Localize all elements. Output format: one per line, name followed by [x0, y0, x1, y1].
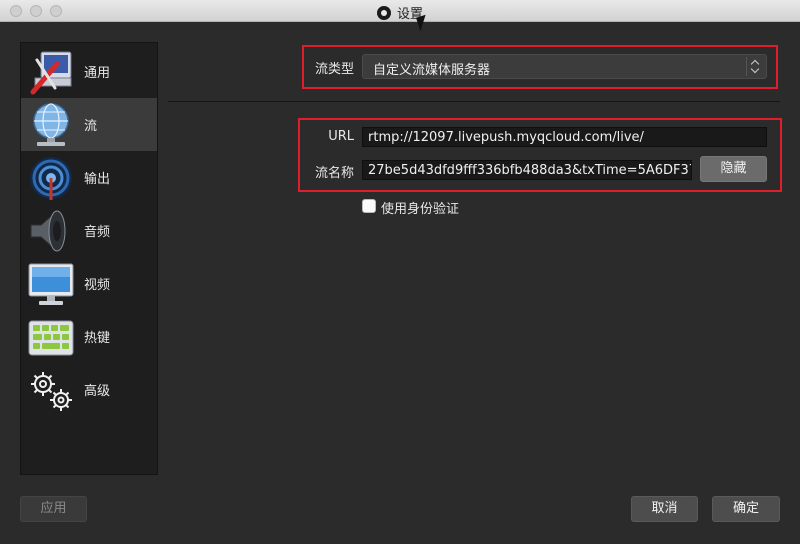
sidebar-item-label: 视频 — [84, 278, 111, 293]
sidebar-item-label: 音频 — [84, 225, 111, 240]
sidebar-item-label: 输出 — [84, 172, 111, 187]
sidebar-item-label: 高级 — [84, 384, 111, 399]
ok-button[interactable]: 确定 — [712, 496, 780, 522]
settings-sidebar: 通用 流 输出 音频 视频 热键 高级 — [20, 42, 158, 475]
sidebar-item-audio[interactable]: 音频 — [21, 204, 157, 257]
use-auth-checkbox[interactable] — [362, 199, 376, 213]
sidebar-item-output[interactable]: 输出 — [21, 151, 157, 204]
sidebar-item-video[interactable]: 视频 — [21, 257, 157, 310]
audio-speaker-icon — [27, 207, 75, 255]
highlight-box-stream-type — [302, 45, 778, 89]
window-title: 设置 — [0, 3, 800, 22]
hotkeys-keyboard-icon — [27, 313, 75, 361]
advanced-gears-icon — [27, 366, 75, 414]
video-monitor-icon — [27, 260, 75, 308]
stream-globe-icon — [27, 101, 75, 149]
sidebar-item-label: 热键 — [84, 331, 111, 346]
sidebar-item-hotkeys[interactable]: 热键 — [21, 310, 157, 363]
sidebar-item-label: 通用 — [84, 66, 111, 81]
sidebar-item-advanced[interactable]: 高级 — [21, 363, 157, 416]
use-auth-label: 使用身份验证 — [381, 202, 460, 217]
output-broadcast-icon — [27, 154, 75, 202]
sidebar-item-stream[interactable]: 流 — [21, 98, 157, 151]
cancel-button[interactable]: 取消 — [631, 496, 698, 522]
apply-button[interactable]: 应用 — [20, 496, 87, 522]
section-divider — [168, 101, 780, 102]
obs-logo-icon — [376, 6, 391, 20]
general-settings-icon — [27, 48, 75, 96]
window-titlebar: 设置 — [0, 0, 800, 22]
highlight-box-server — [298, 118, 782, 192]
sidebar-item-label: 流 — [84, 119, 98, 134]
sidebar-item-general[interactable]: 通用 — [21, 45, 157, 98]
